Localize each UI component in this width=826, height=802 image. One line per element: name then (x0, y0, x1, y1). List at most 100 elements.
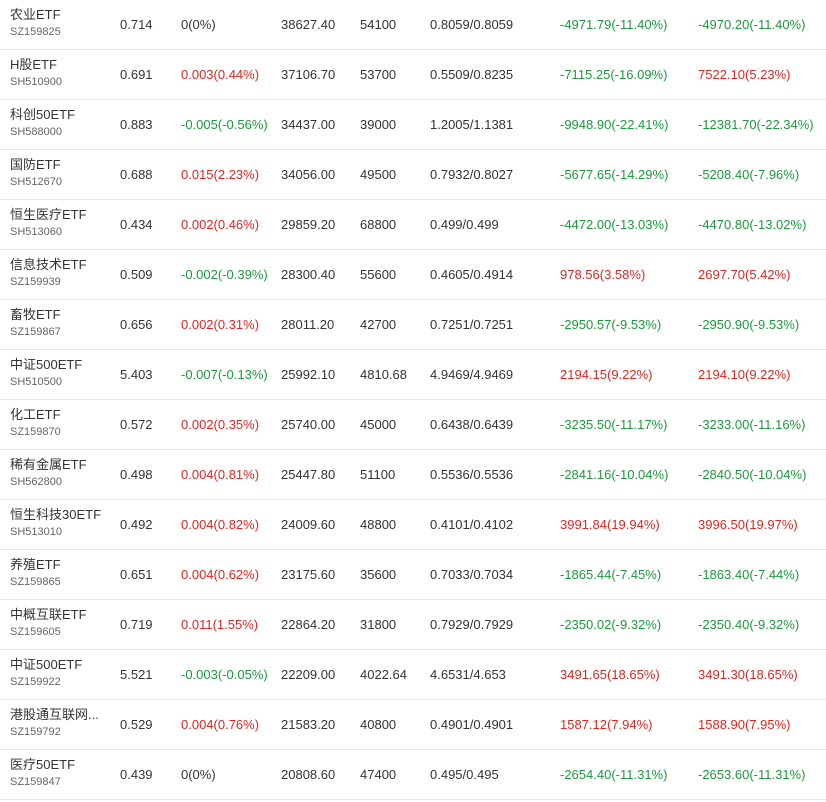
bid-ask-cell: 4.6531/4.653 (430, 667, 506, 682)
fund-name[interactable]: 信息技术ETF (10, 256, 110, 273)
fund-name-cell[interactable]: 养殖ETF SZ159865 (10, 556, 110, 590)
volume-cell: 4022.64 (360, 667, 407, 682)
premium-b-cell: -2840.50(-10.04%) (698, 467, 807, 482)
amount-cell: 21583.20 (281, 717, 336, 732)
fund-name-cell[interactable]: 化工ETF SZ159870 (10, 406, 110, 440)
table-row[interactable]: 信息技术ETF SZ159939 0.509 -0.002(-0.39%) 28300.… (0, 250, 826, 300)
volume-cell: 55600 (360, 267, 397, 282)
fund-name-cell[interactable]: 稀有金属ETF SH562800 (10, 456, 110, 490)
table-row[interactable]: 中证500ETF SH510500 5.403 -0.007(-0.13%) 25992… (0, 350, 826, 400)
premium-b-cell: -2653.60(-11.31%) (698, 767, 806, 782)
table-row[interactable]: 农业ETF SZ159825 0.714 0(0%) 38627.40 54100 0.80… (0, 0, 826, 50)
change-cell: 0.002(0.46%) (181, 217, 260, 232)
change-cell: 0(0%) (181, 767, 216, 782)
fund-code: SH513010 (10, 526, 62, 538)
price-cell: 0.434 (120, 217, 153, 232)
fund-code: SZ159922 (10, 676, 61, 688)
premium-a-cell: 1587.12(7.94%) (560, 717, 653, 732)
premium-a-cell: -4971.79(-11.40%) (560, 17, 668, 32)
bid-ask-cell: 0.4605/0.4914 (430, 267, 514, 282)
premium-b-cell: -1863.40(-7.44%) (698, 567, 800, 582)
fund-name[interactable]: 化工ETF (10, 406, 110, 423)
fund-name[interactable]: 农业ETF (10, 6, 110, 23)
fund-name-cell[interactable]: 医疗50ETF SZ159847 (10, 756, 110, 790)
amount-cell: 25740.00 (281, 417, 336, 432)
volume-cell: 47400 (360, 767, 397, 782)
fund-code: SZ159605 (10, 626, 61, 638)
fund-name[interactable]: H股ETF (10, 56, 110, 73)
fund-name[interactable]: 国防ETF (10, 156, 110, 173)
fund-name-cell[interactable]: 畜牧ETF SZ159867 (10, 306, 110, 340)
table-row[interactable]: 恒生医疗ETF SH513060 0.434 0.002(0.46%) 29859.20… (0, 200, 826, 250)
change-cell: 0.003(0.44%) (181, 67, 260, 82)
fund-name[interactable]: 中证500ETF (10, 356, 110, 373)
fund-name-cell[interactable]: 农业ETF SZ159825 (10, 6, 110, 40)
premium-a-cell: -2950.57(-9.53%) (560, 317, 662, 332)
table-row[interactable]: 国防ETF SH512670 0.688 0.015(2.23%) 34056.00 49… (0, 150, 826, 200)
bid-ask-cell: 0.495/0.495 (430, 767, 499, 782)
table-row[interactable]: 稀有金属ETF SH562800 0.498 0.004(0.81%) 25447.80… (0, 450, 826, 500)
fund-name-cell[interactable]: 恒生医疗ETF SH513060 (10, 206, 110, 240)
amount-cell: 25992.10 (281, 367, 336, 382)
premium-b-cell: 2194.10(9.22%) (698, 367, 791, 382)
premium-a-cell: -4472.00(-13.03%) (560, 217, 669, 232)
change-cell: 0.004(0.76%) (181, 717, 260, 732)
table-row[interactable]: 畜牧ETF SZ159867 0.656 0.002(0.31%) 28011.20 42… (0, 300, 826, 350)
premium-b-cell: -12381.70(-22.34%) (698, 117, 814, 132)
volume-cell: 54100 (360, 17, 397, 32)
fund-name[interactable]: 养殖ETF (10, 556, 110, 573)
price-cell: 0.492 (120, 517, 153, 532)
price-cell: 0.509 (120, 267, 153, 282)
table-row[interactable]: 中证500ETF SZ159922 5.521 -0.003(-0.05%) 22209… (0, 650, 826, 700)
fund-name[interactable]: 稀有金属ETF (10, 456, 110, 473)
fund-name-cell[interactable]: 恒生科技30ETF SH513010 (10, 506, 110, 540)
etf-table: 农业ETF SZ159825 0.714 0(0%) 38627.40 54100 0.80… (0, 0, 826, 800)
price-cell: 0.529 (120, 717, 153, 732)
premium-b-cell: 7522.10(5.23%) (698, 67, 791, 82)
premium-a-cell: 2194.15(9.22%) (560, 367, 653, 382)
table-row[interactable]: 恒生科技30ETF SH513010 0.492 0.004(0.82%) 24009.… (0, 500, 826, 550)
table-row[interactable]: 科创50ETF SH588000 0.883 -0.005(-0.56%) 34437.… (0, 100, 826, 150)
fund-code: SH513060 (10, 226, 62, 238)
price-cell: 0.651 (120, 567, 153, 582)
fund-name[interactable]: 中概互联ETF (10, 606, 110, 623)
fund-name-cell[interactable]: 中证500ETF SH510500 (10, 356, 110, 390)
fund-name-cell[interactable]: 港股通互联网... SZ159792 (10, 706, 110, 740)
amount-cell: 22864.20 (281, 617, 336, 632)
change-cell: 0.004(0.81%) (181, 467, 260, 482)
amount-cell: 28011.20 (281, 317, 335, 332)
volume-cell: 31800 (360, 617, 397, 632)
fund-name-cell[interactable]: 信息技术ETF SZ159939 (10, 256, 110, 290)
fund-code: SZ159865 (10, 576, 61, 588)
fund-name[interactable]: 畜牧ETF (10, 306, 110, 323)
fund-name[interactable]: 医疗50ETF (10, 756, 110, 773)
change-cell: -0.005(-0.56%) (181, 117, 268, 132)
amount-cell: 23175.60 (281, 567, 336, 582)
table-row[interactable]: H股ETF SH510900 0.691 0.003(0.44%) 37106.70 53… (0, 50, 826, 100)
fund-name-cell[interactable]: 科创50ETF SH588000 (10, 106, 110, 140)
table-row[interactable]: 化工ETF SZ159870 0.572 0.002(0.35%) 25740.00 45… (0, 400, 826, 450)
fund-name-cell[interactable]: 中证500ETF SZ159922 (10, 656, 110, 690)
fund-code: SZ159870 (10, 426, 61, 438)
table-row[interactable]: 养殖ETF SZ159865 0.651 0.004(0.62%) 23175.60 35… (0, 550, 826, 600)
fund-name-cell[interactable]: 中概互联ETF SZ159605 (10, 606, 110, 640)
bid-ask-cell: 0.8059/0.8059 (430, 17, 514, 32)
fund-name[interactable]: 恒生医疗ETF (10, 206, 110, 223)
bid-ask-cell: 0.7033/0.7034 (430, 567, 514, 582)
price-cell: 0.439 (120, 767, 153, 782)
fund-name-cell[interactable]: H股ETF SH510900 (10, 56, 110, 90)
change-cell: 0.004(0.62%) (181, 567, 260, 582)
amount-cell: 37106.70 (281, 67, 336, 82)
table-row[interactable]: 医疗50ETF SZ159847 0.439 0(0%) 20808.60 47400 0.… (0, 750, 826, 800)
volume-cell: 39000 (360, 117, 397, 132)
fund-name[interactable]: 恒生科技30ETF (10, 506, 110, 523)
table-row[interactable]: 中概互联ETF SZ159605 0.719 0.011(1.55%) 22864.20… (0, 600, 826, 650)
price-cell: 5.521 (120, 667, 153, 682)
premium-a-cell: 3991.84(19.94%) (560, 517, 660, 532)
fund-name[interactable]: 港股通互联网... (10, 706, 110, 723)
fund-name-cell[interactable]: 国防ETF SH512670 (10, 156, 110, 190)
premium-b-cell: 3491.30(18.65%) (698, 667, 798, 682)
fund-name[interactable]: 中证500ETF (10, 656, 110, 673)
fund-name[interactable]: 科创50ETF (10, 106, 110, 123)
table-row[interactable]: 港股通互联网... SZ159792 0.529 0.004(0.76%) 21583.… (0, 700, 826, 750)
